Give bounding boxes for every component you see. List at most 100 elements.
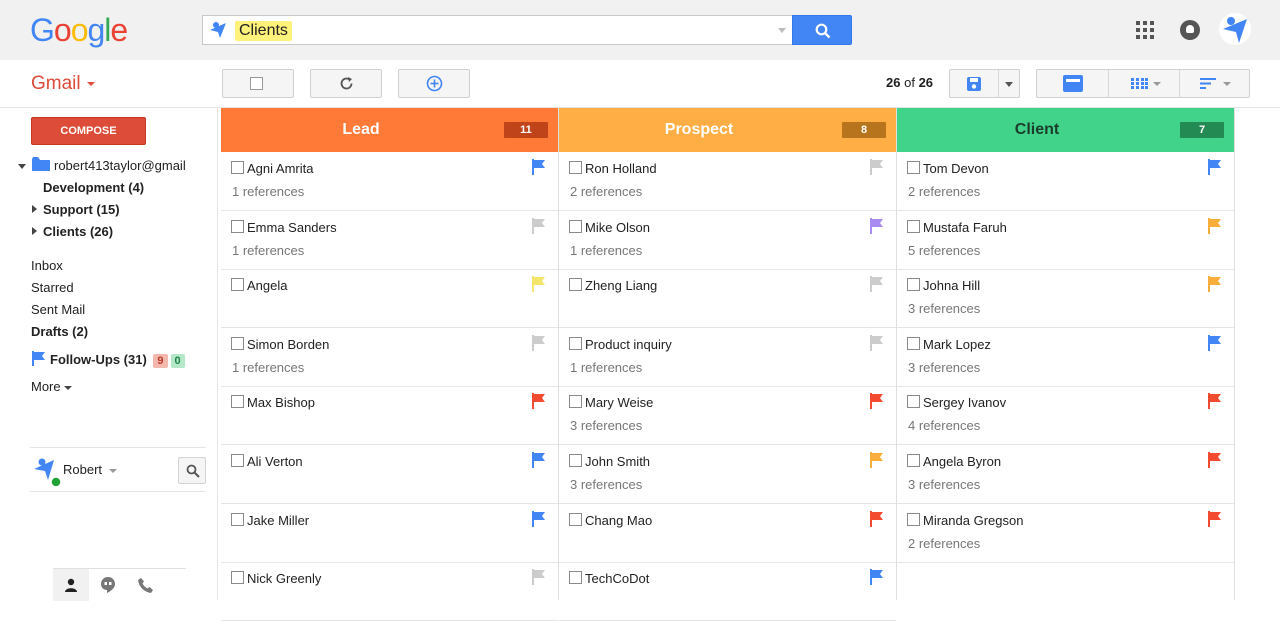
card-name[interactable]: Mark Lopez: [923, 337, 991, 352]
flag-icon[interactable]: [870, 510, 884, 527]
flag-icon[interactable]: [1208, 217, 1222, 234]
flag-icon[interactable]: [532, 276, 546, 293]
card-checkbox[interactable]: [907, 161, 920, 174]
card-name[interactable]: Simon Borden: [247, 337, 329, 352]
box-card[interactable]: Zheng Liang: [559, 269, 896, 329]
sidebar-item-clients[interactable]: Clients (26): [43, 224, 113, 239]
sidebar-account[interactable]: robert413taylor@gmail: [54, 158, 186, 173]
card-checkbox[interactable]: [907, 278, 920, 292]
card-checkbox[interactable]: [231, 161, 244, 174]
card-name[interactable]: Agni Amrita: [247, 161, 313, 176]
card-checkbox[interactable]: [569, 571, 582, 585]
notifications-icon[interactable]: [1180, 20, 1200, 40]
chevron-down-icon[interactable]: [1005, 82, 1013, 87]
flag-icon[interactable]: [1208, 452, 1222, 468]
card-checkbox[interactable]: [907, 454, 920, 467]
card-checkbox[interactable]: [231, 395, 244, 409]
box-card[interactable]: Mark Lopez 3 references: [897, 328, 1234, 387]
flag-icon[interactable]: [532, 334, 546, 351]
card-name[interactable]: Tom Devon: [923, 161, 989, 176]
sidebar-item-sent-mail[interactable]: Sent Mail: [31, 302, 85, 317]
expand-support-icon[interactable]: [32, 205, 37, 213]
hangouts-user[interactable]: Robert: [63, 462, 117, 477]
flag-icon[interactable]: [532, 217, 546, 234]
flag-icon[interactable]: [870, 452, 884, 468]
card-name[interactable]: Angela Byron: [923, 454, 1001, 469]
search-query-chip[interactable]: Clients: [235, 21, 292, 41]
stage-header-lead[interactable]: Lead 11: [221, 108, 558, 152]
box-card[interactable]: Nick Greenly: [221, 562, 558, 621]
flag-icon[interactable]: [870, 334, 884, 351]
card-name[interactable]: Ron Holland: [585, 161, 657, 176]
box-card[interactable]: Johna Hill 3 references: [897, 269, 1234, 329]
card-checkbox[interactable]: [231, 219, 244, 233]
stage-header-client[interactable]: Client 7: [897, 108, 1234, 152]
phone-tab[interactable]: [127, 569, 163, 601]
box-card[interactable]: Chang Mao: [559, 504, 896, 563]
grid-view-button[interactable]: [1109, 70, 1179, 97]
card-checkbox[interactable]: [907, 219, 920, 233]
expand-clients-icon[interactable]: [32, 227, 37, 235]
box-card[interactable]: Ron Holland 2 references: [559, 152, 896, 211]
flag-icon[interactable]: [870, 276, 884, 293]
account-avatar-icon[interactable]: [1219, 13, 1251, 45]
card-name[interactable]: Emma Sanders: [247, 220, 337, 235]
box-card[interactable]: Emma Sanders 1 references: [221, 211, 558, 270]
card-name[interactable]: Ali Verton: [247, 454, 303, 469]
card-name[interactable]: Nick Greenly: [247, 571, 321, 586]
card-name[interactable]: Max Bishop: [247, 395, 315, 410]
flag-icon[interactable]: [870, 159, 884, 175]
flag-icon[interactable]: [532, 510, 546, 527]
save-view-button[interactable]: [949, 69, 1020, 98]
card-checkbox[interactable]: [569, 512, 582, 526]
card-name[interactable]: Chang Mao: [585, 513, 652, 528]
card-name[interactable]: John Smith: [585, 454, 650, 469]
select-checkbox-button[interactable]: [222, 69, 294, 98]
card-name[interactable]: Zheng Liang: [585, 278, 657, 293]
box-card[interactable]: Sergey Ivanov 4 references: [897, 386, 1234, 446]
box-card[interactable]: Product inquiry 1 references: [559, 328, 896, 387]
contacts-tab[interactable]: [53, 569, 89, 601]
compose-button[interactable]: COMPOSE: [31, 117, 146, 145]
flag-icon[interactable]: [1208, 159, 1222, 175]
box-card[interactable]: Ali Verton: [221, 445, 558, 504]
card-name[interactable]: Angela: [247, 278, 287, 293]
stage-header-prospect[interactable]: Prospect 8: [559, 108, 896, 152]
box-card[interactable]: Angela Byron 3 references: [897, 445, 1234, 504]
flag-icon[interactable]: [532, 393, 546, 410]
flag-icon[interactable]: [870, 393, 884, 410]
search-options-icon[interactable]: [778, 28, 786, 33]
flag-icon[interactable]: [870, 569, 884, 586]
box-card[interactable]: Angela: [221, 269, 558, 329]
card-checkbox[interactable]: [907, 512, 920, 526]
box-card[interactable]: Mary Weise 3 references: [559, 386, 896, 446]
sidebar-item-support[interactable]: Support (15): [43, 202, 120, 217]
search-button[interactable]: [792, 15, 852, 45]
box-card[interactable]: Mike Olson 1 references: [559, 211, 896, 270]
sort-button[interactable]: [1180, 70, 1250, 97]
sidebar-item-development[interactable]: Development (4): [43, 180, 144, 195]
board-view-button[interactable]: [1037, 70, 1108, 97]
flag-icon[interactable]: [532, 159, 546, 175]
search-box[interactable]: Clients: [202, 15, 792, 45]
card-checkbox[interactable]: [231, 512, 244, 526]
box-card[interactable]: John Smith 3 references: [559, 445, 896, 504]
card-name[interactable]: Mustafa Faruh: [923, 220, 1007, 235]
apps-grid-icon[interactable]: [1136, 21, 1154, 39]
flag-icon[interactable]: [1208, 393, 1222, 410]
card-checkbox[interactable]: [569, 161, 582, 174]
card-checkbox[interactable]: [569, 278, 582, 292]
box-card[interactable]: Simon Borden 1 references: [221, 328, 558, 387]
card-name[interactable]: Mary Weise: [585, 395, 653, 410]
card-name[interactable]: TechCoDot: [585, 571, 649, 586]
box-card[interactable]: TechCoDot: [559, 562, 896, 621]
card-checkbox[interactable]: [569, 395, 582, 409]
sidebar-item-inbox[interactable]: Inbox: [31, 258, 63, 273]
card-checkbox[interactable]: [569, 454, 582, 467]
add-box-button[interactable]: [398, 69, 470, 98]
sidebar-item-follow-ups[interactable]: Follow-Ups (31) 90: [50, 352, 185, 368]
box-card[interactable]: Mustafa Faruh 5 references: [897, 211, 1234, 270]
card-checkbox[interactable]: [231, 571, 244, 585]
card-name[interactable]: Miranda Gregson: [923, 513, 1023, 528]
flag-icon[interactable]: [1208, 510, 1222, 527]
